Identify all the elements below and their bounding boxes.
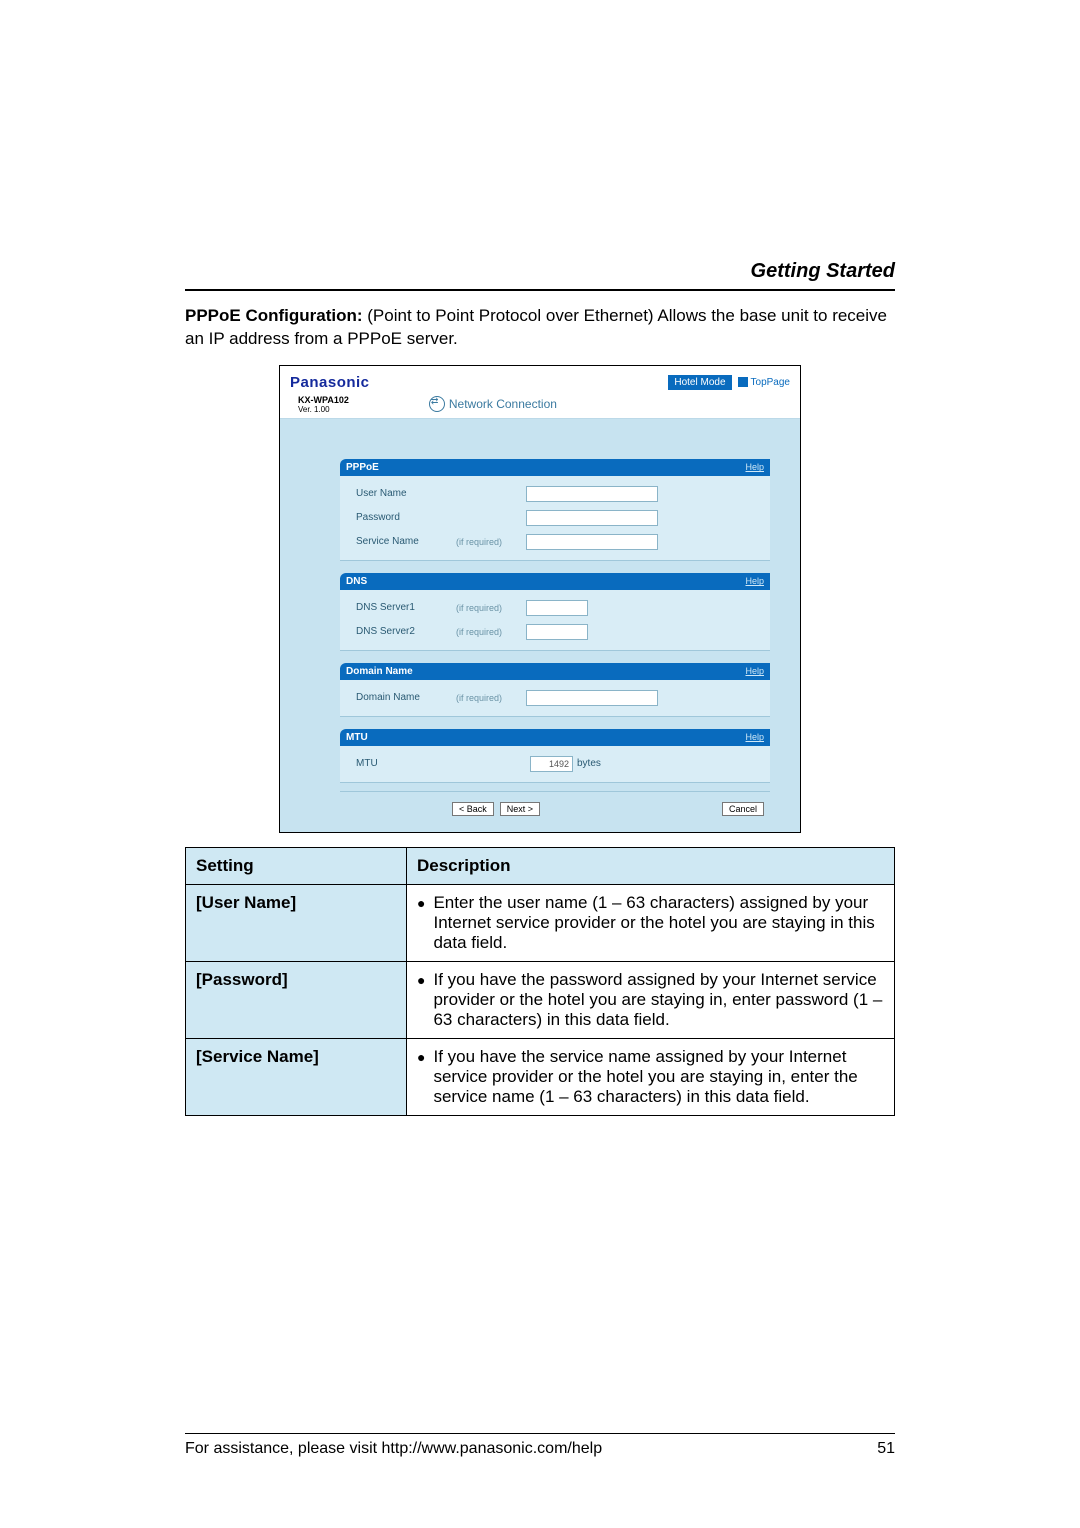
help-link[interactable]: Help	[745, 462, 764, 472]
row-user-name: User Name	[340, 482, 770, 506]
section-dns-header: DNS Help	[340, 573, 770, 590]
settings-table: Setting Description [User Name] ●Enter t…	[185, 847, 895, 1116]
page-title: Network Connection	[429, 396, 557, 412]
table-row: [Service Name] ●If you have the service …	[186, 1038, 895, 1115]
row-dns2: DNS Server2 (if required)	[340, 620, 770, 644]
section-pppoe-header: PPPoE Help	[340, 459, 770, 476]
page-footer: For assistance, please visit http://www.…	[185, 1433, 895, 1458]
section-header: Getting Started	[185, 260, 895, 291]
table-row: [User Name] ●Enter the user name (1 – 63…	[186, 884, 895, 961]
table-row: [Password] ●If you have the password ass…	[186, 961, 895, 1038]
row-password: Password	[340, 506, 770, 530]
intro-paragraph: PPPoE Configuration: (Point to Point Pro…	[185, 305, 895, 351]
model-label: KX-WPA102 Ver. 1.00	[298, 395, 349, 414]
th-description: Description	[407, 847, 895, 884]
globe-icon	[429, 396, 445, 412]
next-button[interactable]: Next >	[500, 802, 540, 816]
toppage-label: TopPage	[751, 377, 790, 388]
help-link[interactable]: Help	[745, 576, 764, 586]
home-icon	[738, 377, 748, 387]
user-name-input[interactable]	[526, 486, 658, 502]
row-service-name: Service Name (if required)	[340, 530, 770, 554]
section-domain-header: Domain Name Help	[340, 663, 770, 680]
page-number: 51	[877, 1440, 895, 1458]
domain-input[interactable]	[526, 690, 658, 706]
help-link[interactable]: Help	[745, 732, 764, 742]
row-mtu: MTU 1492 bytes	[340, 752, 770, 776]
row-dns1: DNS Server1 (if required)	[340, 596, 770, 620]
config-screenshot: Panasonic Hotel Mode TopPage KX-WPA102 V…	[279, 365, 801, 833]
mtu-input[interactable]: 1492	[530, 756, 573, 772]
toppage-link[interactable]: TopPage	[738, 377, 790, 388]
hotel-mode-badge: Hotel Mode	[668, 375, 731, 390]
row-domain: Domain Name (if required)	[340, 686, 770, 710]
service-name-input[interactable]	[526, 534, 658, 550]
intro-lead: PPPoE Configuration:	[185, 306, 363, 325]
password-input[interactable]	[526, 510, 658, 526]
cancel-button[interactable]: Cancel	[722, 802, 764, 816]
dns1-input[interactable]	[526, 600, 588, 616]
dns2-input[interactable]	[526, 624, 588, 640]
back-button[interactable]: < Back	[452, 802, 494, 816]
help-link[interactable]: Help	[745, 666, 764, 676]
th-setting: Setting	[186, 847, 407, 884]
section-mtu-header: MTU Help	[340, 729, 770, 746]
footer-assist: For assistance, please visit http://www.…	[185, 1440, 602, 1458]
brand-logo: Panasonic	[290, 374, 370, 391]
